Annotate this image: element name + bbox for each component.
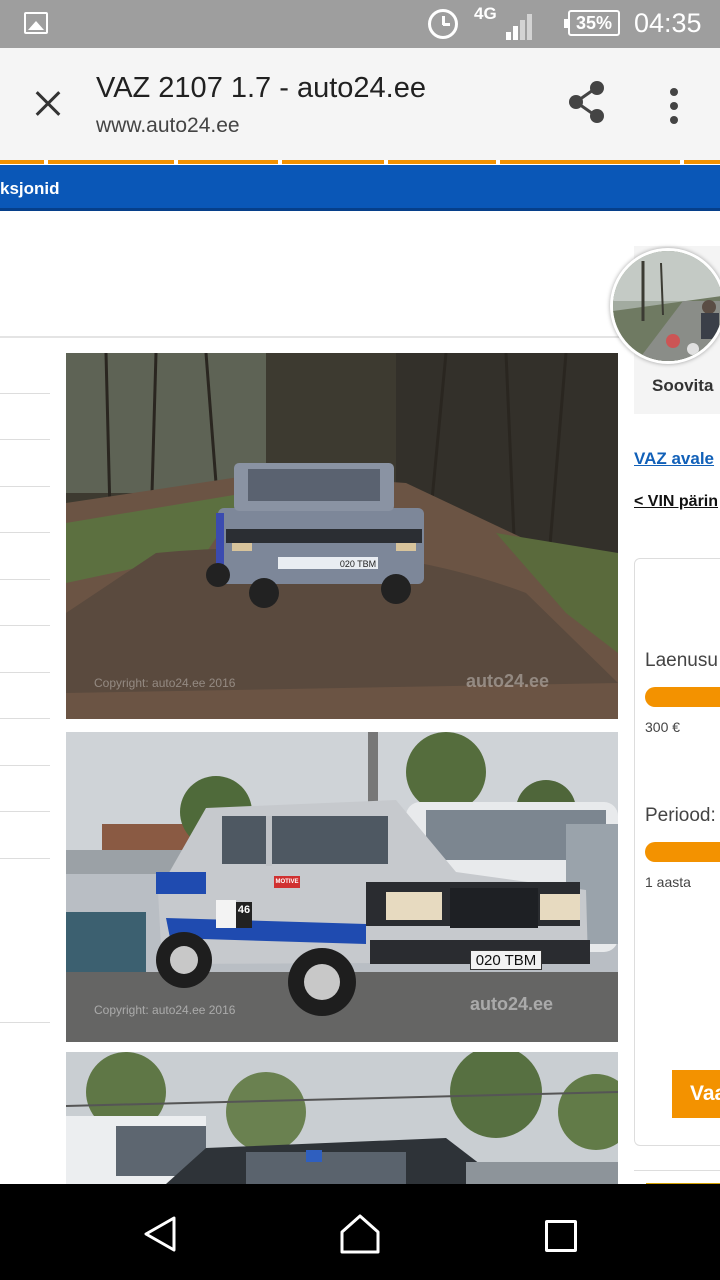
auto24-logo-2: auto24.ee	[470, 994, 553, 1014]
alarm-icon	[428, 9, 458, 39]
auto24-logo-1: auto24.ee	[466, 671, 549, 691]
monthly-payment-fragment	[710, 947, 720, 975]
more-vert-icon[interactable]	[662, 84, 686, 128]
network-type: 4G	[474, 4, 497, 23]
back-icon[interactable]	[140, 1214, 180, 1254]
web-page: ksjonid Copyright: auto24.ee 2016 auto24…	[0, 160, 720, 1184]
race-number: 46	[237, 904, 251, 916]
license-plate-2: 020 TBM	[470, 950, 542, 970]
user-avatar[interactable]	[610, 248, 720, 364]
watermark-text-1: Copyright: auto24.ee 2016	[94, 676, 236, 690]
site-nav-bar: ksjonid	[0, 165, 720, 211]
view-offer-button[interactable]: Vaa	[672, 1070, 720, 1118]
image-notification-icon	[24, 12, 48, 34]
period-slider[interactable]	[645, 842, 720, 862]
motive-sticker: MOTIVE	[275, 879, 299, 885]
close-icon[interactable]	[28, 84, 68, 124]
recent-apps-icon[interactable]	[545, 1220, 577, 1252]
vaz-link[interactable]: VAZ avale	[634, 449, 714, 469]
car-photo-2[interactable]: Copyright: auto24.ee 2016 auto24.ee 020 …	[66, 732, 618, 1042]
loan-amount-slider[interactable]	[645, 687, 720, 707]
battery-icon: 35%	[564, 10, 620, 36]
car-photo-1[interactable]: Copyright: auto24.ee 2016 auto24.ee 020 …	[66, 353, 618, 719]
period-label: Periood:	[645, 805, 716, 826]
next-card-edge	[634, 1170, 720, 1184]
car-photo-3[interactable]	[66, 1052, 618, 1184]
recommend-label[interactable]: Soovita	[652, 376, 713, 396]
period-value: 1 aasta	[645, 874, 691, 890]
loan-amount-label: Laenusu	[645, 650, 718, 671]
license-plate-1: 020 TBM	[339, 559, 377, 569]
vin-query-link[interactable]: < VIN pärin	[634, 493, 718, 511]
loan-amount-value: 300 €	[645, 719, 681, 735]
browser-toolbar: VAZ 2107 1.7 - auto24.ee www.auto24.ee	[0, 48, 720, 160]
system-nav-bar	[0, 1184, 720, 1280]
home-icon[interactable]	[338, 1212, 382, 1256]
share-icon[interactable]	[566, 78, 610, 128]
header-divider	[0, 336, 632, 338]
status-bar: 4G 35% 04:35	[0, 0, 720, 48]
signal-icon	[504, 10, 538, 40]
nav-item-auctions[interactable]: ksjonid	[0, 179, 60, 199]
clock: 04:35	[634, 8, 702, 38]
page-url: www.auto24.ee	[96, 114, 240, 137]
watermark-text-2: Copyright: auto24.ee 2016	[94, 1003, 236, 1017]
page-title: VAZ 2107 1.7 - auto24.ee	[96, 72, 426, 104]
